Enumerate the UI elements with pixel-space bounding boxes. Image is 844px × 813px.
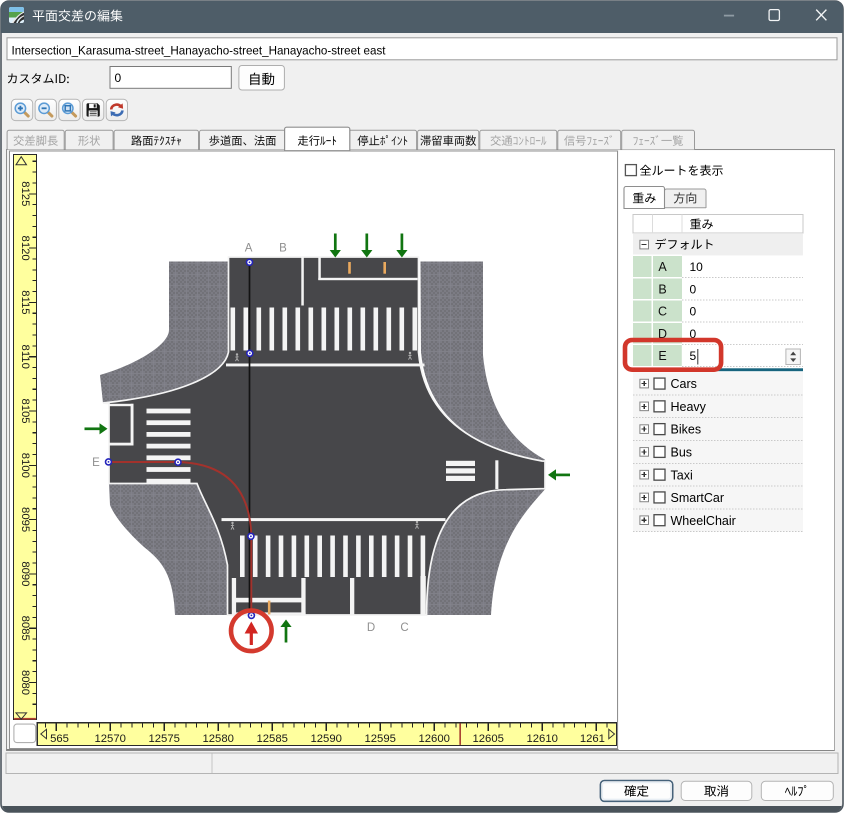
svg-text:12595: 12595: [364, 733, 395, 745]
svg-text:0: 0: [115, 71, 122, 85]
svg-text:8095: 8095: [19, 507, 31, 532]
svg-text:8080: 8080: [19, 670, 31, 695]
svg-text:8105: 8105: [19, 398, 31, 423]
svg-text:12605: 12605: [472, 733, 503, 745]
svg-text:C: C: [658, 305, 667, 319]
svg-text:E: E: [92, 457, 100, 469]
svg-text:WheelChair: WheelChair: [671, 514, 736, 528]
svg-text:Bus: Bus: [671, 445, 693, 459]
svg-text:D: D: [367, 622, 375, 634]
svg-text:1261: 1261: [580, 733, 605, 745]
svg-text:Heavy: Heavy: [671, 400, 707, 414]
svg-text:12610: 12610: [526, 733, 557, 745]
svg-text:12575: 12575: [148, 733, 179, 745]
svg-text:Cars: Cars: [671, 377, 697, 391]
svg-text:8085: 8085: [19, 616, 31, 641]
svg-text:Bikes: Bikes: [671, 423, 702, 437]
svg-text:8090: 8090: [19, 561, 31, 586]
svg-text:0: 0: [690, 305, 697, 319]
svg-text:0: 0: [690, 282, 697, 296]
svg-text:8100: 8100: [19, 453, 31, 478]
svg-text:12585: 12585: [256, 733, 287, 745]
svg-text:8120: 8120: [19, 236, 31, 261]
svg-text:A: A: [245, 243, 253, 255]
svg-text:A: A: [658, 260, 667, 274]
svg-text:8125: 8125: [19, 181, 31, 206]
svg-text:10: 10: [690, 260, 704, 274]
svg-text:5: 5: [690, 349, 697, 363]
svg-text:C: C: [400, 622, 408, 634]
svg-text:565: 565: [50, 733, 69, 745]
svg-text:B: B: [658, 282, 666, 296]
svg-text:12590: 12590: [310, 733, 341, 745]
svg-text:Intersection_Karasuma-street_H: Intersection_Karasuma-street_Hanayacho-s…: [12, 43, 387, 57]
svg-text:B: B: [279, 243, 287, 255]
svg-text:SmartCar: SmartCar: [671, 491, 724, 505]
svg-text:12600: 12600: [418, 733, 449, 745]
svg-text:8115: 8115: [19, 290, 31, 314]
svg-text:12570: 12570: [94, 733, 125, 745]
svg-text:12580: 12580: [202, 733, 233, 745]
svg-text:8110: 8110: [19, 345, 31, 369]
svg-text:E: E: [658, 349, 666, 363]
svg-text:Taxi: Taxi: [671, 468, 693, 482]
